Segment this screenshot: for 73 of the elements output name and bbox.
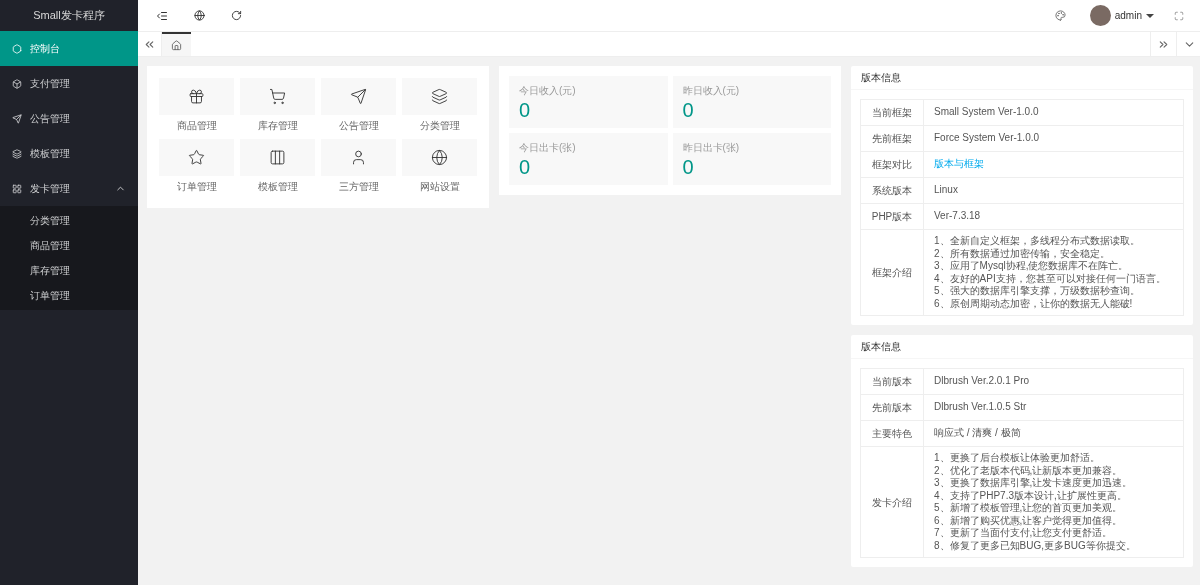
table-cell: 当前框架: [860, 99, 924, 126]
menu-icon[interactable]: [156, 9, 168, 22]
submenu-item[interactable]: 订单管理: [0, 283, 138, 308]
stat-label: 昨日出卡(张): [682, 141, 741, 155]
refresh-icon[interactable]: [231, 10, 242, 21]
table-cell: 发卡介绍: [860, 446, 924, 558]
avatar: [1089, 5, 1111, 26]
table-cell: Small System Ver-1.0.0: [934, 106, 1039, 118]
table-cell: 框架对比: [860, 151, 924, 178]
stat-label: 今日出卡(张): [519, 141, 577, 155]
table-cell: 先前框架: [860, 125, 924, 152]
text-line: 2、优化了老版本代码,让新版本更加兼容。: [934, 464, 1124, 477]
stat-label: 今日收入(元): [519, 84, 577, 98]
layers-icon: [12, 148, 22, 159]
submenu-item[interactable]: 商品管理: [0, 233, 138, 258]
table-cell: 框架介绍: [860, 229, 924, 316]
table-cell: 主要特色: [860, 420, 924, 447]
table-cell: 当前版本: [860, 368, 924, 395]
text-line: 3、更换了数据库引擎,让发卡速度更加迅速。: [934, 477, 1134, 490]
card-title: 版本信息: [861, 340, 901, 354]
layers-icon: [431, 88, 448, 105]
text-line: 8、修复了更多已知BUG,更多BUG等你提交。: [934, 539, 1137, 552]
globe-icon[interactable]: [194, 10, 205, 21]
table-cell: Dlbrush Ver.1.0.5 Str: [934, 401, 1027, 413]
table-cell: PHP版本: [860, 203, 924, 230]
stat-value: 0: [519, 98, 532, 122]
text-line: 4、支持了PHP7.3版本设计,让扩展性更高。: [934, 489, 1128, 502]
panel-icon: [269, 149, 286, 166]
table-cell: 响应式 / 清爽 / 极简: [934, 427, 1021, 439]
table-cell: Dlbrush Ver.2.0.1 Pro: [934, 375, 1030, 387]
palette-icon[interactable]: [1054, 10, 1066, 21]
text-line: 2、所有数据通过加密传输，安全稳定。: [934, 247, 1111, 260]
card-title: 版本信息: [861, 71, 901, 85]
home-icon: [171, 39, 182, 51]
sidebar-item[interactable]: 控制台: [0, 31, 138, 66]
text-line: 5、新增了模板管理,让您的首页更加美观。: [934, 502, 1124, 515]
sidebar-item[interactable]: 支付管理: [0, 66, 138, 101]
paper-plane-icon: [12, 113, 22, 124]
table-cell: Ver-7.3.18: [934, 210, 981, 222]
stat-value: 0: [682, 98, 695, 122]
sidebar-item[interactable]: 公告管理: [0, 101, 138, 136]
submenu-item[interactable]: 库存管理: [0, 258, 138, 283]
text-line: 7、更新了当面付支付,让您支付更舒适。: [934, 527, 1114, 540]
table-cell: Linux: [934, 184, 958, 196]
cube-icon: [12, 78, 22, 89]
table-cell: 系统版本: [860, 177, 924, 204]
text-line: 3、应用了Mysql协程,使您数据库不在阵亡。: [934, 260, 1130, 273]
text-line: 4、友好的API支持，您甚至可以对接任何一门语言。: [934, 272, 1167, 285]
submenu-item[interactable]: 分类管理: [0, 208, 138, 233]
sidebar-item[interactable]: 发卡管理: [0, 171, 138, 206]
gift-icon: [188, 88, 205, 105]
grid-icon: [12, 183, 22, 194]
table-cell: Force System Ver-1.0.0: [934, 132, 1040, 144]
user-icon: [350, 149, 367, 166]
globe-icon: [431, 149, 448, 166]
text-line: 6、原创周期动态加密，让你的数据无人能破!: [934, 297, 1134, 310]
caret-icon: [1146, 13, 1154, 18]
stat-value: 0: [682, 155, 695, 179]
table-cell: 先前版本: [860, 394, 924, 421]
hexagon-icon: [12, 43, 22, 54]
text-line: 1、更换了后台模板让体验更加舒适。: [934, 452, 1101, 465]
sidebar-item[interactable]: 模板管理: [0, 136, 138, 171]
text-line: 5、强大的数据库引擎支撑，万级数据秒查询。: [934, 285, 1141, 298]
paper-plane-icon: [350, 88, 367, 105]
text-line: 1、全新自定义框架，多线程分布式数据读取。: [934, 235, 1141, 248]
home-tab[interactable]: [162, 32, 191, 56]
star-icon: [188, 149, 205, 166]
user-menu[interactable]: admin: [1089, 5, 1154, 26]
text-line: 6、新增了购买优惠,让客户觉得更加值得。: [934, 514, 1124, 527]
app-title: Small发卡程序: [33, 8, 105, 24]
stat-value: 0: [519, 155, 532, 179]
stat-label: 昨日收入(元): [682, 84, 741, 98]
cart-icon: [269, 88, 286, 105]
